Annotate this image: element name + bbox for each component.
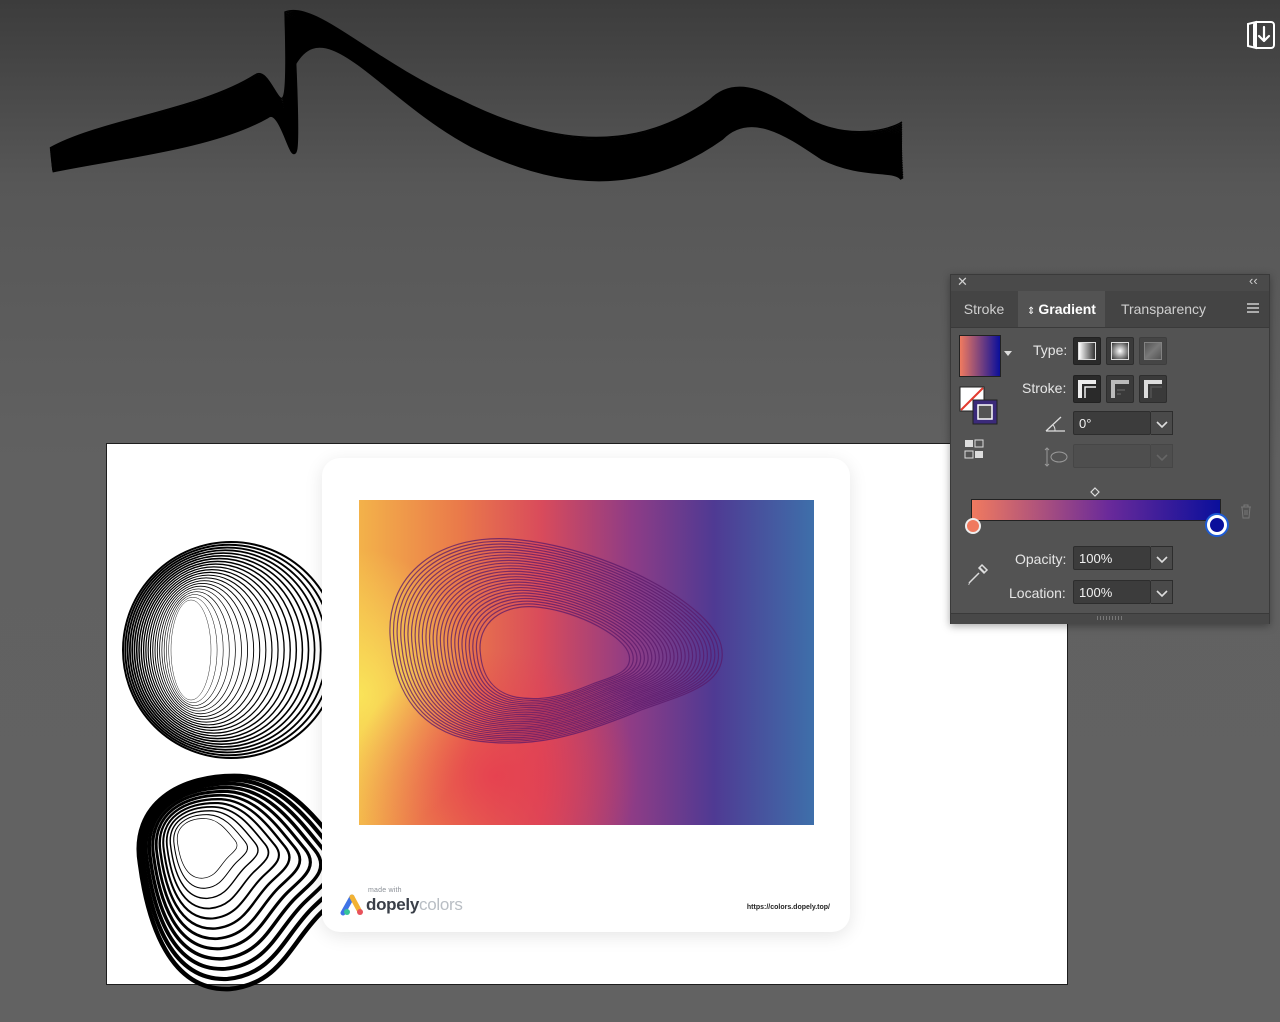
aspect-ratio-dropdown — [1151, 444, 1173, 468]
radial-type-icon[interactable] — [1106, 337, 1134, 365]
stroke-within-icon[interactable] — [1073, 375, 1101, 403]
aspect-ratio-input — [1073, 444, 1151, 468]
dopely-url: https://colors.dopely.top/ — [746, 904, 830, 911]
gradient-slider[interactable] — [971, 499, 1221, 521]
panel-menu-icon[interactable] — [1246, 301, 1260, 318]
chevron-down-icon — [1156, 421, 1168, 429]
tab-stroke[interactable]: Stroke — [951, 291, 1017, 327]
panel-tabs: Stroke ⇕ Gradient Transparency — [951, 291, 1269, 328]
stroke-label: Stroke: — [1022, 380, 1067, 396]
dopely-wordmark: dopelycolors — [366, 895, 463, 915]
circle-rings-artwork[interactable] — [116, 535, 346, 765]
opacity-label: Opacity: — [1015, 551, 1067, 567]
stroke-swatch-icon[interactable] — [959, 386, 999, 426]
brand-secondary: colors — [419, 895, 463, 914]
angle-input[interactable]: 0° — [1073, 411, 1151, 435]
brand-primary: dopely — [366, 895, 419, 914]
location-input[interactable]: 100% — [1073, 580, 1151, 604]
panel-title-bar[interactable]: ✕ ‹‹ — [951, 273, 1269, 291]
collapse-icon[interactable]: ‹‹ — [1249, 273, 1258, 288]
export-icon[interactable] — [1244, 18, 1278, 52]
type-label: Type: — [1033, 342, 1068, 358]
wave-artwork[interactable] — [40, 0, 920, 390]
location-dropdown[interactable] — [1151, 580, 1173, 604]
location-label: Location: — [1009, 585, 1066, 601]
tab-reorder-icon: ⇕ — [1027, 306, 1036, 317]
swatch-icon[interactable] — [959, 335, 1001, 377]
gradient-image[interactable] — [359, 500, 814, 825]
opacity-input[interactable]: 100% — [1073, 546, 1151, 570]
angle-dropdown[interactable] — [1151, 411, 1173, 435]
stroke-across-icon[interactable] — [1139, 375, 1167, 403]
tab-gradient-label: Gradient — [1038, 301, 1096, 317]
stroke-along-icon[interactable] — [1106, 375, 1134, 403]
made-with-label: made with — [368, 887, 402, 894]
swatch-dropdown-icon[interactable] — [1004, 351, 1012, 357]
gradient-stop-end[interactable] — [1207, 515, 1227, 535]
panel-resize-grip[interactable] — [951, 613, 1269, 624]
midpoint-diamond-icon[interactable] — [1090, 487, 1100, 497]
tab-transparency[interactable]: Transparency — [1106, 291, 1221, 327]
gradient-stop-start[interactable] — [965, 518, 981, 534]
angle-icon — [1045, 416, 1065, 432]
linear-type-icon[interactable] — [1073, 337, 1101, 365]
freeform-type-icon[interactable] — [1139, 337, 1167, 365]
chevron-down-icon — [1156, 590, 1168, 598]
opacity-dropdown[interactable] — [1151, 546, 1173, 570]
reverse-gradient-icon[interactable] — [963, 438, 987, 460]
trash-icon[interactable] — [1239, 503, 1253, 519]
close-icon[interactable]: ✕ — [957, 274, 968, 290]
eyedropper-icon[interactable] — [965, 561, 991, 587]
gradient-panel: ✕ ‹‹ Stroke ⇕ Gradient Transparency Type:… — [950, 273, 1270, 624]
aspect-ratio-icon — [1044, 447, 1068, 467]
tab-gradient[interactable]: ⇕ Gradient — [1018, 291, 1105, 327]
chevron-down-icon — [1156, 556, 1168, 564]
